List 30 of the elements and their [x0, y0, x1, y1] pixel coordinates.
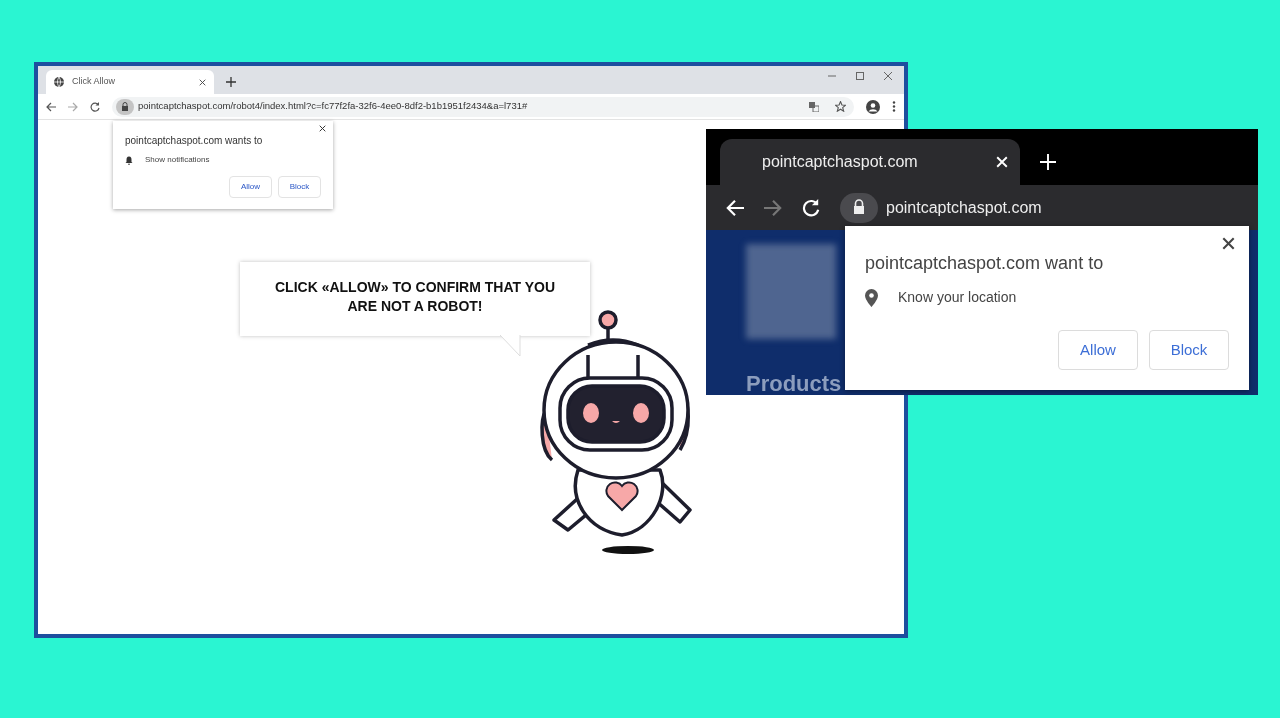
- bubble-tail-icon: [500, 335, 522, 357]
- address-bar[interactable]: pointcaptchaspot.com/robot4/index.html?c=fc77f2fa-32f6-4ee0-8df2-b1b1951f2434&a=l731#: [112, 96, 854, 117]
- menu-icon[interactable]: [892, 101, 896, 112]
- reload-icon[interactable]: [90, 101, 100, 112]
- close-icon[interactable]: [199, 78, 206, 86]
- bell-icon: [125, 155, 133, 165]
- star-icon[interactable]: [835, 101, 846, 112]
- globe-icon: [54, 77, 64, 87]
- browser-tab[interactable]: Click Allow: [46, 70, 214, 94]
- lock-icon[interactable]: [840, 192, 878, 223]
- popup-title: pointcaptchaspot.com want to: [865, 252, 1105, 275]
- popup-button[interactable]: Block: [1149, 330, 1229, 370]
- forward-arrow-icon[interactable]: [764, 198, 782, 217]
- popup-button[interactable]: Block: [278, 176, 321, 198]
- speech-bubble: CLICK «ALLOW» TO CONFIRM THAT YOU ARE NOT A ROBOT!: [240, 262, 590, 336]
- translate-icon[interactable]: [809, 101, 819, 112]
- permission-label: Know your location: [898, 288, 1017, 307]
- location-pin-icon: [865, 288, 878, 307]
- close-icon[interactable]: [319, 125, 326, 132]
- maximize-icon[interactable]: [856, 72, 864, 80]
- popup-button[interactable]: Allow: [229, 176, 272, 198]
- close-icon[interactable]: [1222, 237, 1235, 250]
- profile-icon[interactable]: [866, 99, 880, 114]
- browser-tab[interactable]: pointcaptchaspot.com: [720, 139, 1020, 185]
- back-arrow-icon[interactable]: [46, 101, 56, 112]
- lock-icon[interactable]: [116, 98, 134, 115]
- popup-title: pointcaptchaspot.com wants to: [125, 134, 264, 148]
- new-tab-icon[interactable]: [226, 77, 236, 87]
- popup-button[interactable]: Allow: [1058, 330, 1138, 370]
- permission-label: Show notifications: [145, 154, 210, 166]
